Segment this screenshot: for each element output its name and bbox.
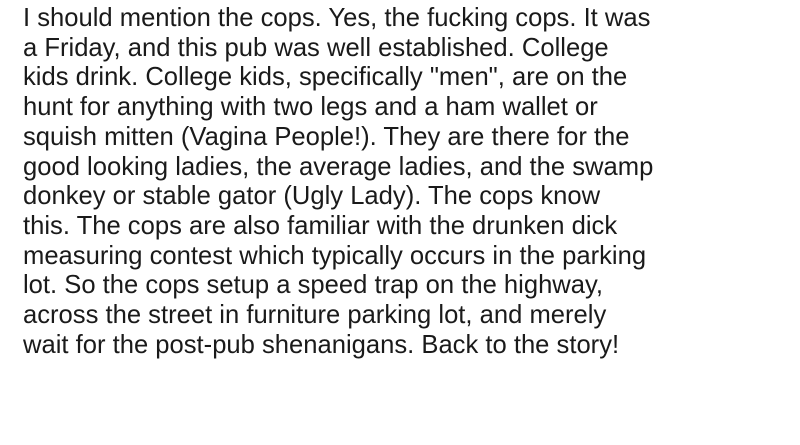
paragraph-line: donkey or stable gator (Ugly Lady). The … [23, 182, 601, 211]
paragraph-line: across the street in furniture parking l… [23, 301, 607, 330]
paragraph-line: wait for the post-pub shenanigans. Back … [23, 330, 620, 359]
paragraph-line: good looking ladies, the average ladies,… [23, 152, 654, 181]
paragraph-line: a Friday, and this pub was well establis… [23, 33, 609, 62]
paragraph-line: this. The cops are also familiar with th… [23, 211, 618, 240]
paragraph-line: kids drink. College kids, specifically "… [23, 63, 628, 92]
paragraph-line: measuring contest which typically occurs… [23, 241, 647, 270]
paragraph-line: hunt for anything with two legs and a ha… [23, 93, 598, 122]
paragraph-line: I should mention the cops. Yes, the fuck… [23, 4, 651, 32]
paragraph-line: squish mitten (Vagina People!). They are… [23, 122, 630, 151]
paragraph-line: lot. So the cops setup a speed trap on t… [23, 271, 604, 300]
story-paragraph: I should mention the cops. Yes, the fuck… [23, 4, 798, 360]
